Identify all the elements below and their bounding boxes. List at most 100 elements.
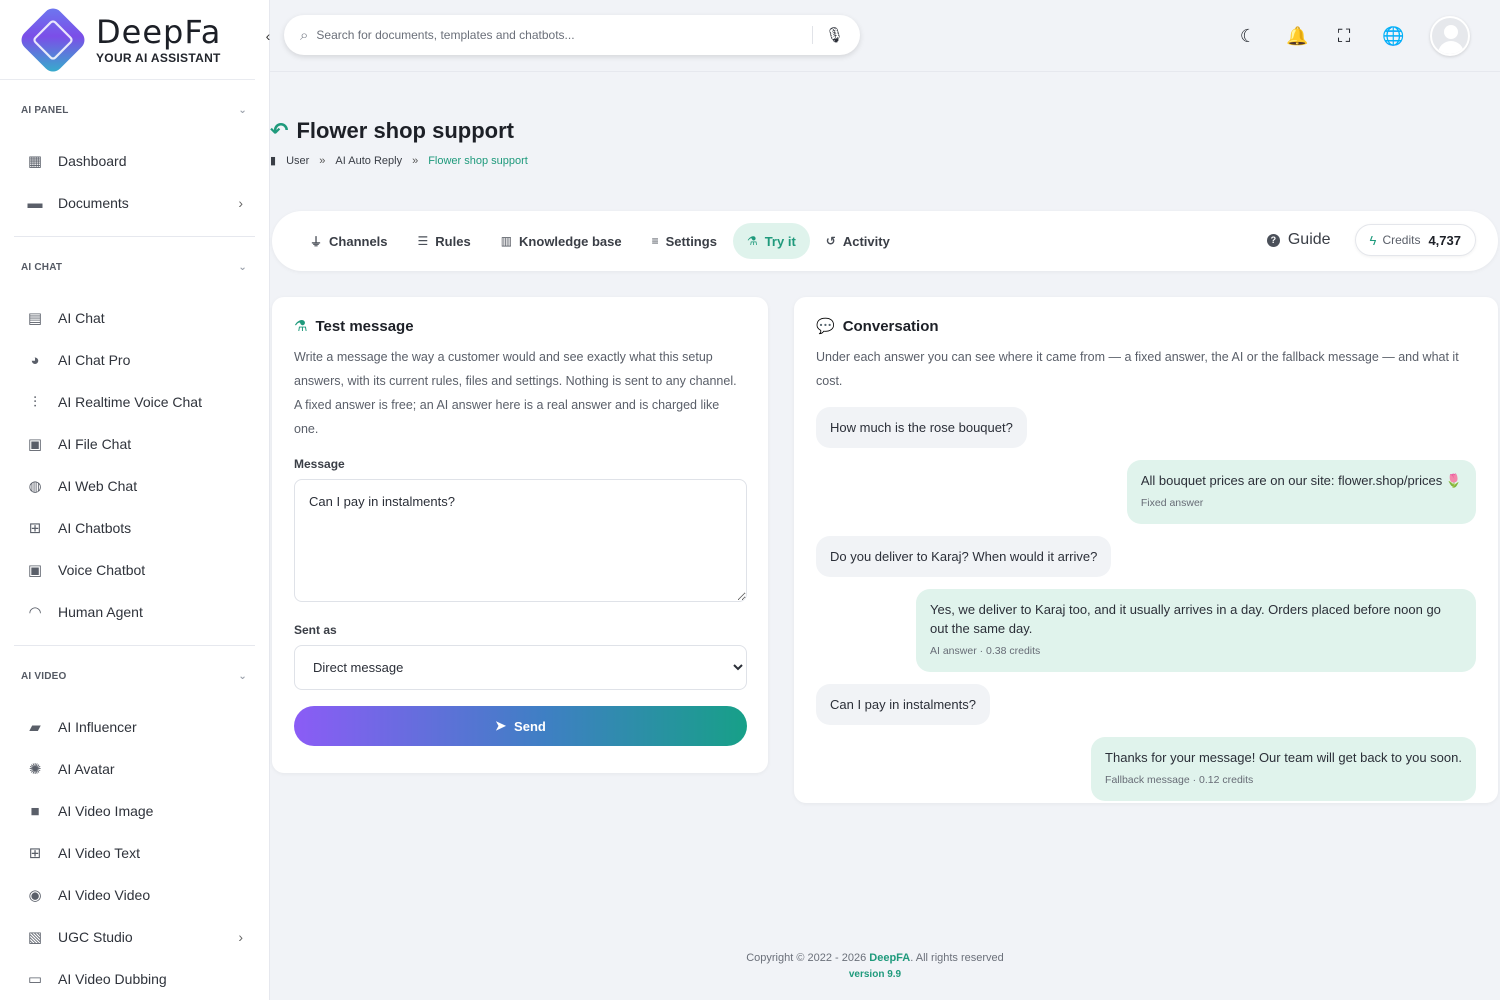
- sidebar-item-ai-chat[interactable]: ▤ AI Chat: [14, 297, 255, 339]
- video-icon: ■: [30, 802, 40, 820]
- tab-activity[interactable]: ↺ Activity: [812, 223, 904, 259]
- chevron-down-icon: ⌄: [238, 261, 247, 273]
- file-chat-icon: ▣: [27, 436, 43, 453]
- sliders-icon: ≡: [651, 234, 659, 248]
- sidebar-item-ai-video-text[interactable]: ⊞ AI Video Text: [14, 832, 255, 874]
- sidebar-item-ai-web-chat[interactable]: ◍ AI Web Chat: [14, 465, 255, 507]
- flask-icon: ⚗: [746, 234, 758, 248]
- tab-label: Activity: [842, 233, 890, 249]
- chat-icon: ▤: [27, 310, 43, 327]
- breadcrumb-separator: »: [412, 154, 419, 167]
- breadcrumb-current: Flower shop support: [428, 154, 528, 167]
- sidebar-item-ai-chat-pro[interactable]: ◕ AI Chat Pro: [14, 339, 255, 381]
- conversation-description: Under each answer you can see where it c…: [816, 350, 1459, 388]
- section-title: AI CHAT: [21, 261, 63, 273]
- test-message-card: ⚗ Test message Write a message the way a…: [272, 297, 768, 773]
- tab-settings[interactable]: ≡ Settings: [638, 223, 731, 259]
- chevron-down-icon: ⌄: [238, 670, 247, 682]
- tab-channels[interactable]: ⏚ Channels: [296, 223, 402, 259]
- footer-rights: . All rights reserved: [910, 952, 1004, 964]
- footer-brand[interactable]: DeepFA: [869, 952, 910, 964]
- book-open-icon: ▥: [500, 234, 513, 248]
- send-button[interactable]: ➤ Send: [294, 706, 747, 746]
- microphone-icon[interactable]: 🎙: [811, 26, 844, 44]
- tab-knowledge-base[interactable]: ▥ Knowledge base: [487, 223, 636, 259]
- sidebar-item-ai-realtime-voice-chat[interactable]: ⫶ AI Realtime Voice Chat: [14, 381, 255, 423]
- sidebar-item-dashboard[interactable]: ▦ Dashboard: [14, 140, 255, 182]
- sidebar-section: AI VIDEO ⌄ ▰ AI Influencer ✺ AI Avatar ■ AI Vid…: [14, 646, 255, 1000]
- voice-bot-icon: ▣: [27, 562, 43, 579]
- sent-as-select[interactable]: Direct message: [294, 645, 747, 690]
- sidebar-section-header[interactable]: AI VIDEO ⌄: [14, 646, 255, 706]
- collapse-sidebar-icon[interactable]: ‹: [258, 26, 278, 46]
- sidebar-item-documents[interactable]: ▬ Documents ›: [14, 182, 255, 224]
- sidebar-section: AI CHAT ⌄ ▤ AI Chat ◕ AI Chat Pro ⫶ AI Realtime…: [14, 237, 255, 646]
- message-text: Yes, we deliver to Karaj too, and it usu…: [930, 602, 1441, 636]
- reply-message: Yes, we deliver to Karaj too, and it usu…: [916, 589, 1476, 672]
- sidebar-item-label: AI Avatar: [58, 761, 115, 777]
- credits-badge[interactable]: ϟ Credits 4,737: [1354, 224, 1476, 256]
- tab-label: Rules: [435, 233, 471, 249]
- page-header: ↶ Flower shop support ▮ User » AI Auto R…: [270, 118, 528, 167]
- sidebar-item-ugc-studio[interactable]: ▧ UGC Studio ›: [14, 916, 255, 958]
- user-avatar[interactable]: [1430, 16, 1470, 56]
- list-check-icon: ☰: [417, 234, 429, 248]
- breadcrumb-ai-auto-reply[interactable]: AI Auto Reply: [335, 155, 402, 167]
- message-source: Fallback message · 0.12 credits: [1105, 774, 1254, 786]
- back-reply-icon[interactable]: ↶: [270, 118, 288, 144]
- search-icon[interactable]: ⌕: [300, 27, 308, 44]
- tab-label: Knowledge base: [519, 233, 622, 249]
- sidebar-item-ai-video-dubbing[interactable]: ▭ AI Video Dubbing: [14, 958, 255, 1000]
- sidebar-item-label: AI Web Chat: [58, 478, 138, 494]
- language-globe-icon[interactable]: 🌐: [1382, 26, 1404, 47]
- headset-icon: ◠: [28, 604, 42, 621]
- bell-icon[interactable]: 🔔: [1286, 26, 1308, 47]
- logo-icon: [17, 3, 89, 76]
- brand-logo[interactable]: DeepFa YOUR AI ASSISTANT: [0, 0, 255, 80]
- sidebar: DeepFa YOUR AI ASSISTANT AI PANEL ⌄ ▦ Dashb…: [0, 0, 270, 1000]
- test-card-description: Write a message the way a customer would…: [294, 350, 737, 436]
- footer: Copyright © 2022 - 2026 DeepFA. All righ…: [270, 952, 1480, 980]
- footer-version: version 9.9: [848, 969, 902, 980]
- sidebar-item-ai-influencer[interactable]: ▰ AI Influencer: [14, 706, 255, 748]
- guide-link[interactable]: ? Guide: [1266, 231, 1331, 249]
- sidebar-item-ai-video-video[interactable]: ◉ AI Video Video: [14, 874, 255, 916]
- sidebar-item-label: AI Influencer: [58, 719, 137, 735]
- message-text: How much is the rose bouquet?: [830, 420, 1013, 435]
- tab-rules[interactable]: ☰ Rules: [404, 223, 485, 259]
- sidebar-section-header[interactable]: AI CHAT ⌄: [14, 237, 255, 297]
- user-badge-icon: ▮: [270, 155, 277, 167]
- dark-mode-icon[interactable]: ☾: [1238, 26, 1258, 47]
- sidebar-item-label: UGC Studio: [58, 929, 133, 945]
- reply-message: Thanks for your message! Our team will g…: [1091, 737, 1476, 801]
- customer-message: How much is the rose bouquet?: [816, 407, 1027, 448]
- message-textarea[interactable]: Can I pay in instalments?: [294, 479, 747, 602]
- sidebar-item-label: AI Video Image: [58, 803, 154, 819]
- credits-value: 4,737: [1428, 232, 1461, 248]
- video-plus-icon: ⊞: [28, 845, 42, 862]
- sidebar-item-ai-file-chat[interactable]: ▣ AI File Chat: [14, 423, 255, 465]
- tab-try-it[interactable]: ⚗ Try it: [732, 223, 810, 259]
- message-text: Do you deliver to Karaj? When would it a…: [830, 549, 1098, 564]
- customer-message: Do you deliver to Karaj? When would it a…: [816, 536, 1112, 577]
- sidebar-item-voice-chatbot[interactable]: ▣ Voice Chatbot: [14, 549, 255, 591]
- message-label: Message: [294, 457, 345, 471]
- sidebar-item-ai-avatar[interactable]: ✺ AI Avatar: [14, 748, 255, 790]
- breadcrumb-user[interactable]: User: [286, 155, 309, 167]
- fullscreen-icon[interactable]: ⛶: [1334, 26, 1354, 47]
- top-bar: ⌕ 🎙 ☾ 🔔 ⛶ 🌐: [270, 0, 1500, 72]
- sidebar-item-ai-chatbots[interactable]: ⊞ AI Chatbots: [14, 507, 255, 549]
- test-card-title: Test message: [315, 317, 414, 335]
- reply-message: All bouquet prices are on our site: flow…: [1126, 460, 1476, 524]
- folder-icon: ▬: [27, 194, 43, 212]
- paper-plane-icon: ➤: [495, 718, 507, 733]
- sidebar-item-ai-video-image[interactable]: ■ AI Video Image: [14, 790, 255, 832]
- robot-icon: ⊞: [28, 520, 42, 537]
- sidebar-item-human-agent[interactable]: ◠ Human Agent: [14, 591, 255, 633]
- sidebar-item-label: Dashboard: [58, 153, 127, 169]
- chevron-down-icon: ⌄: [238, 104, 247, 116]
- search-input[interactable]: [316, 28, 812, 42]
- sidebar-section-header[interactable]: AI PANEL ⌄: [14, 80, 255, 140]
- sidebar-item-label: AI File Chat: [58, 436, 132, 452]
- sidebar-item-label: AI Video Dubbing: [58, 971, 167, 987]
